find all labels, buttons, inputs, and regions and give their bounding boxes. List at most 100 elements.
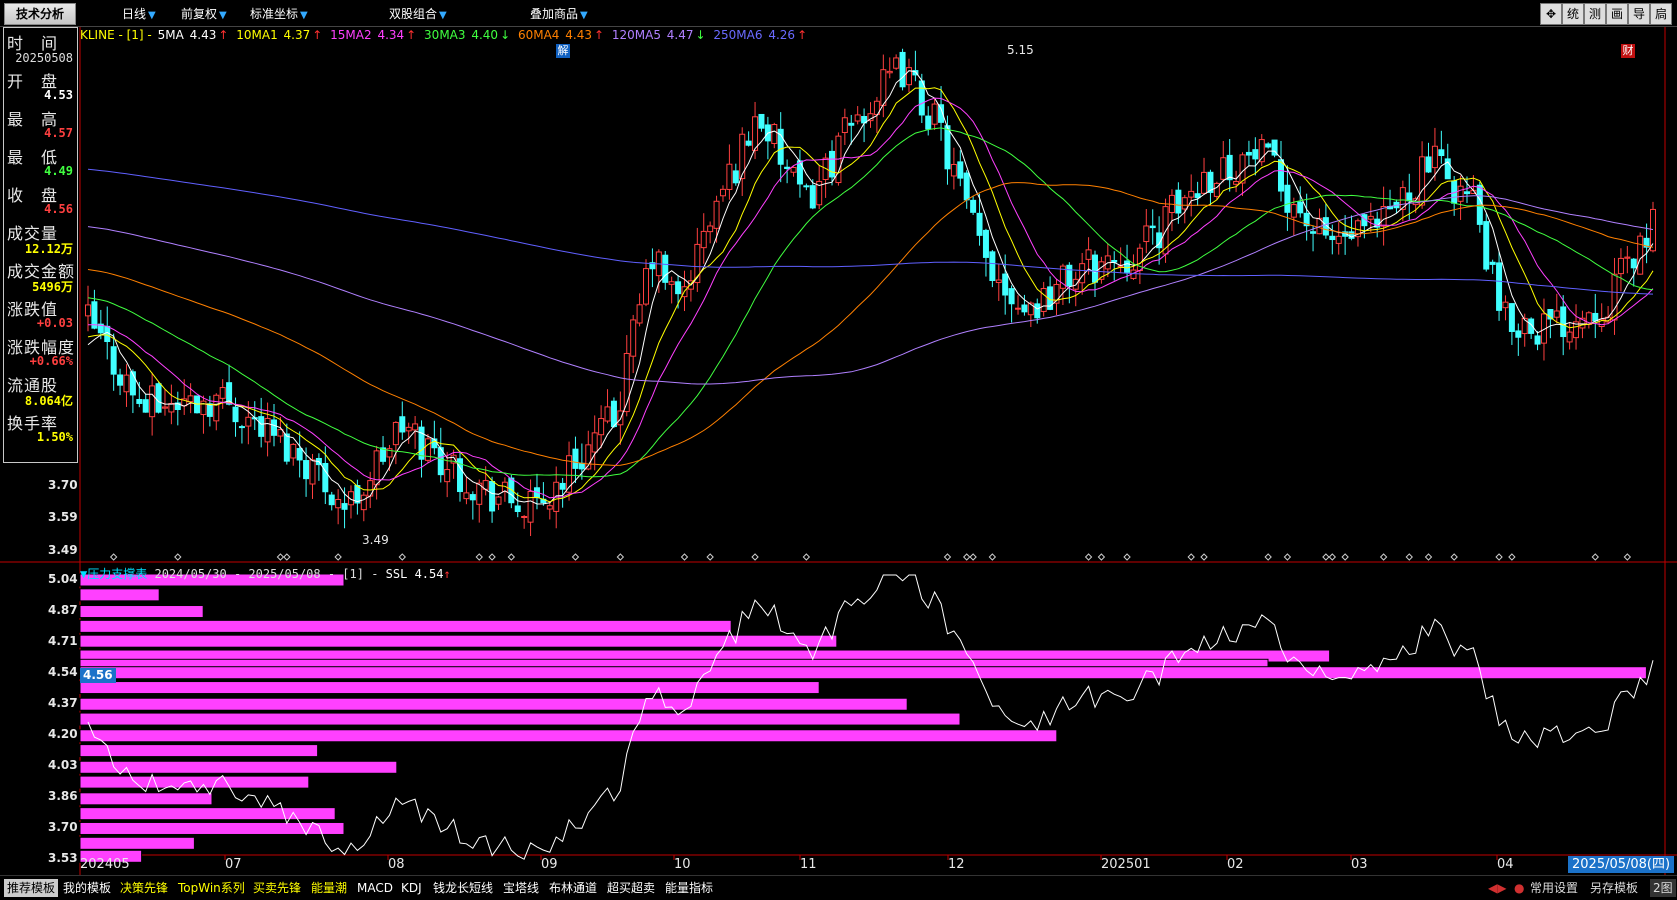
candle-body: [1034, 303, 1041, 319]
candle-body: [1431, 145, 1438, 169]
candle-body: [854, 114, 861, 122]
candle-body: [1560, 306, 1567, 338]
candle-body: [328, 494, 335, 506]
last-date-tag: 2025/05/08(四): [1568, 856, 1675, 873]
ma-item-120: 120MA5 4.47 ↓: [611, 28, 706, 42]
tab-energy[interactable]: 能量指标: [662, 879, 716, 897]
tab-trade-pioneer[interactable]: 买卖先锋: [250, 879, 304, 897]
candle-body: [271, 419, 278, 436]
candle-body: [213, 394, 220, 422]
ss-axis-label: 3.53: [48, 851, 78, 865]
candle-body: [431, 438, 438, 449]
tab-decision[interactable]: 决策先锋: [117, 879, 171, 897]
signal-diamond-icon: [1123, 553, 1131, 561]
candle-body: [527, 490, 534, 523]
candle-body: [1508, 303, 1515, 332]
candle-body: [976, 212, 983, 236]
candle-body: [1091, 254, 1098, 283]
candle-body: [142, 399, 149, 413]
common-settings-button[interactable]: 常用设置: [1530, 879, 1578, 897]
candle-body: [219, 387, 226, 399]
signal-diamond-icon: [1264, 553, 1272, 561]
candle-body: [572, 448, 579, 469]
tab-macd[interactable]: MACD: [354, 879, 396, 897]
candle-body: [1630, 258, 1637, 269]
ss-title[interactable]: ▼压力支撑表: [80, 567, 147, 581]
candle-body: [1066, 264, 1073, 287]
candle-body: [405, 426, 412, 432]
value-change-pct: +0.66%: [29, 354, 73, 368]
candle-body: [1297, 201, 1304, 214]
candle-body: [392, 421, 399, 446]
value-date: 20250508: [15, 51, 73, 65]
candle-body: [399, 416, 406, 433]
finance-event-icon[interactable]: 财: [1621, 44, 1635, 58]
candle-body: [341, 503, 348, 510]
candle-body: [1534, 335, 1541, 345]
x-label: 03: [1351, 857, 1368, 872]
scroll-arrows-icon[interactable]: ◀▶: [1488, 879, 1506, 897]
ss-axis-label: 4.71: [48, 634, 78, 648]
candle-body: [444, 469, 451, 483]
candle-body: [1367, 215, 1374, 220]
tab-qianlong[interactable]: 钱龙长短线: [430, 879, 496, 897]
axis-label: 3.49: [48, 543, 78, 557]
x-label: 02: [1227, 857, 1244, 872]
signal-diamond-icon: [1341, 553, 1349, 561]
tab-overbought[interactable]: 超买超卖: [604, 879, 658, 897]
tab-tower[interactable]: 宝塔线: [500, 879, 542, 897]
value-turnover: 1.50%: [36, 430, 73, 444]
reset-dot-icon[interactable]: ●: [1514, 879, 1524, 897]
candle-body: [206, 403, 213, 417]
signal-diamond-icon: [802, 553, 811, 561]
candle-body: [335, 498, 342, 509]
candle-body: [1438, 149, 1445, 156]
candle-body: [1617, 257, 1624, 275]
save-template-button[interactable]: 另存模板: [1590, 879, 1638, 897]
axis-label: 3.70: [48, 478, 78, 492]
candle-body: [578, 462, 585, 470]
signal-diamond-icon: [174, 553, 182, 561]
tab-obv[interactable]: 能量潮: [308, 879, 350, 897]
unlock-event-icon[interactable]: 解: [556, 44, 570, 58]
candle-body: [123, 374, 130, 393]
candle-body: [1124, 260, 1131, 273]
ss-ssl: SSL 4.54: [385, 567, 444, 581]
candle-body: [848, 122, 855, 126]
signal-diamond-icon: [680, 553, 689, 561]
candle-body: [957, 161, 964, 179]
ss-axis-label: 4.37: [48, 696, 78, 710]
candle-body: [610, 400, 617, 428]
tab-recommend[interactable]: 推荐模板: [4, 879, 59, 897]
two-chart-button[interactable]: 2图: [1650, 879, 1676, 897]
ma-legend: KLINE - [1] - 5MA 4.43 ↑ 10MA1 4.37 ↑ 15MA…: [80, 28, 811, 42]
candle-body: [264, 417, 271, 443]
candle-body: [1496, 262, 1503, 311]
signal-diamond-icon: [1405, 553, 1413, 561]
signal-diamond-icon: [276, 553, 285, 561]
ma-item-5: 5MA 4.43 ↑: [157, 28, 229, 42]
tab-bollinger[interactable]: 布林通道: [546, 879, 600, 897]
candle-body: [989, 251, 996, 281]
candle-body: [700, 230, 707, 249]
ma-item-60: 60MA4 4.43 ↑: [517, 28, 605, 42]
candle-body: [758, 113, 765, 129]
kline-chart[interactable]: [0, 0, 1677, 875]
candle-body: [617, 410, 624, 426]
signal-diamond-icon: [334, 553, 342, 561]
signal-diamond-icon: [616, 553, 625, 561]
volume-profile-bar: [79, 792, 213, 806]
signal-diamond-icon: [1097, 553, 1106, 561]
signal-diamond-icon: [1200, 553, 1208, 561]
candle-body: [1624, 256, 1631, 259]
tab-my-template[interactable]: 我的模板: [60, 879, 114, 897]
value-close: 4.56: [44, 202, 73, 216]
candle-body: [636, 304, 643, 324]
tab-kdj[interactable]: KDJ: [398, 879, 425, 897]
signal-diamond-icon: [1424, 553, 1433, 561]
candle-body: [995, 279, 1002, 283]
value-open: 4.53: [44, 88, 73, 102]
ma-item-30: 30MA3 4.40 ↓: [424, 28, 511, 42]
tab-topwin[interactable]: TopWin系列: [175, 879, 248, 897]
candle-body: [1175, 189, 1182, 214]
